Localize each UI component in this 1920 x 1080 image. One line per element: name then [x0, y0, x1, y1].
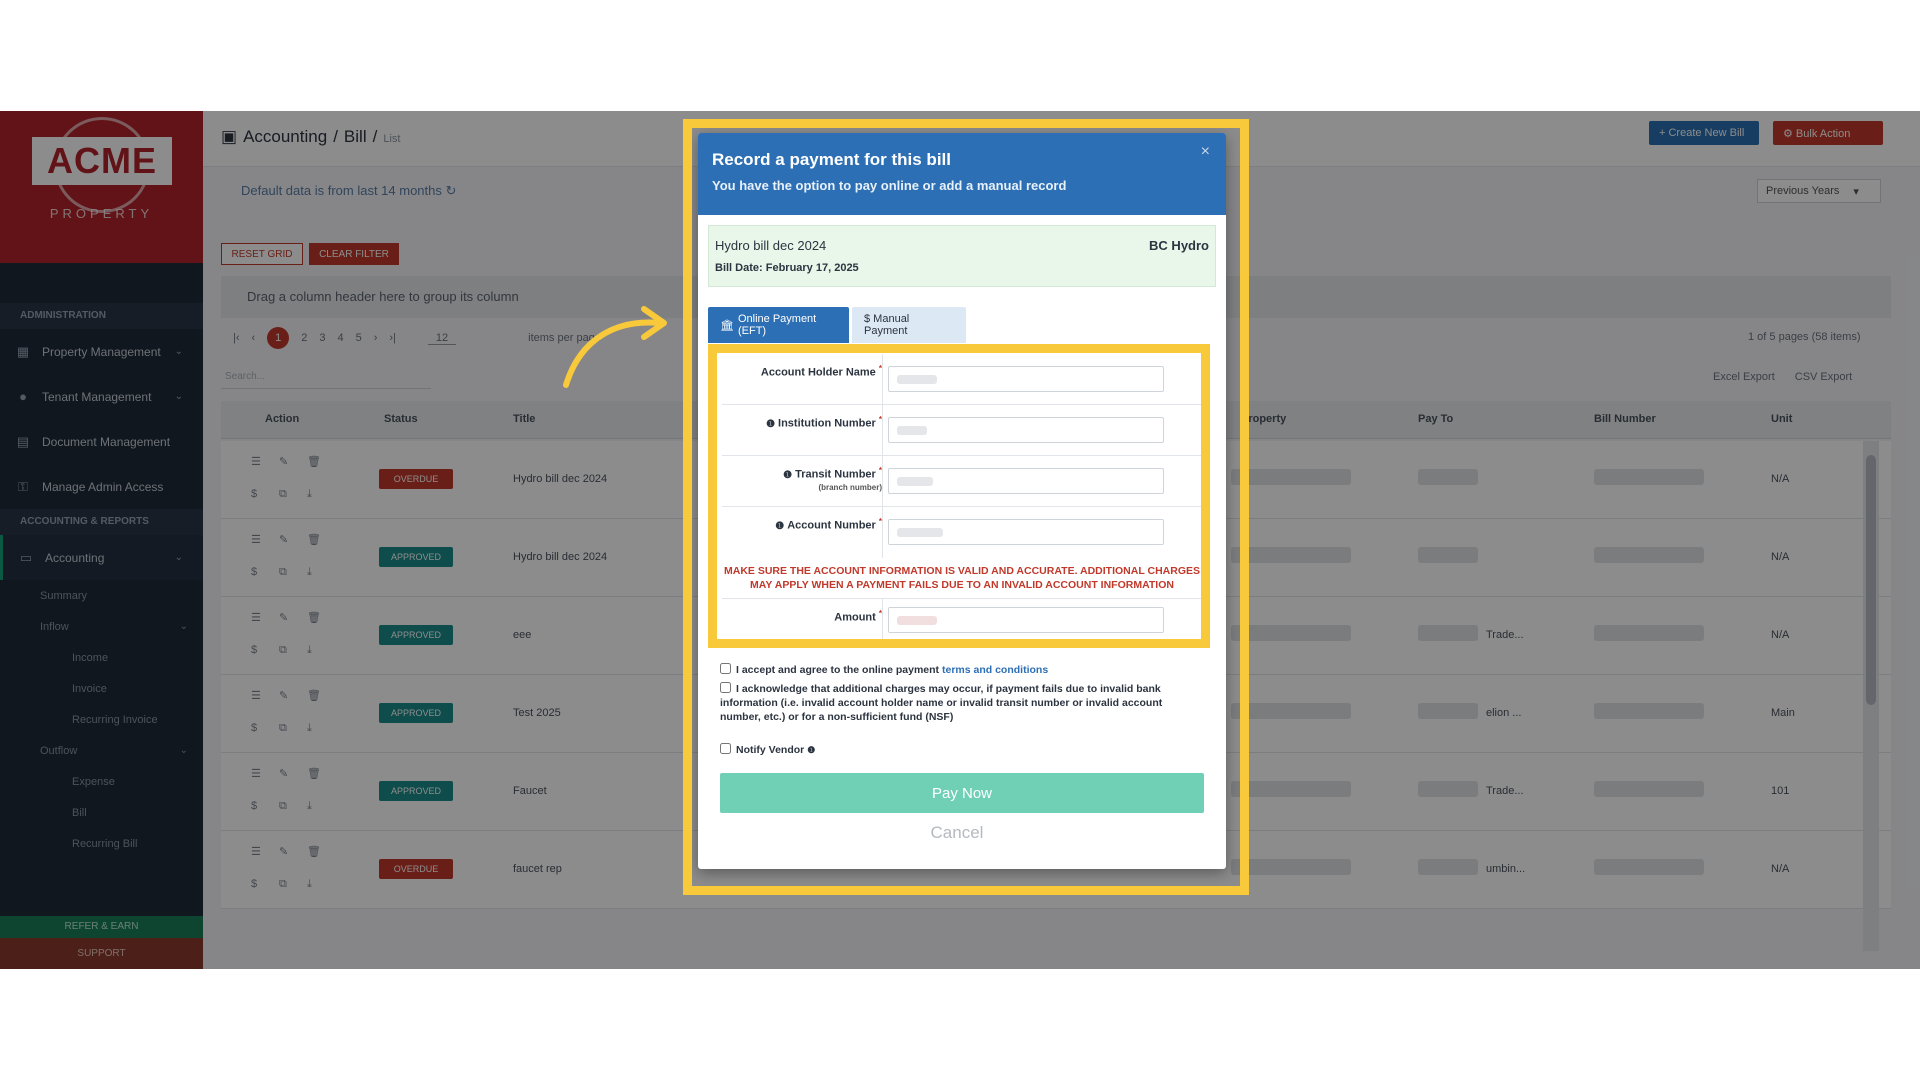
app-window: ACME PROPERTY ADMINISTRATION ▦ Property M…: [0, 111, 1920, 969]
highlight-frame-form: [708, 344, 1210, 648]
tutorial-arrow-icon: [563, 306, 667, 388]
